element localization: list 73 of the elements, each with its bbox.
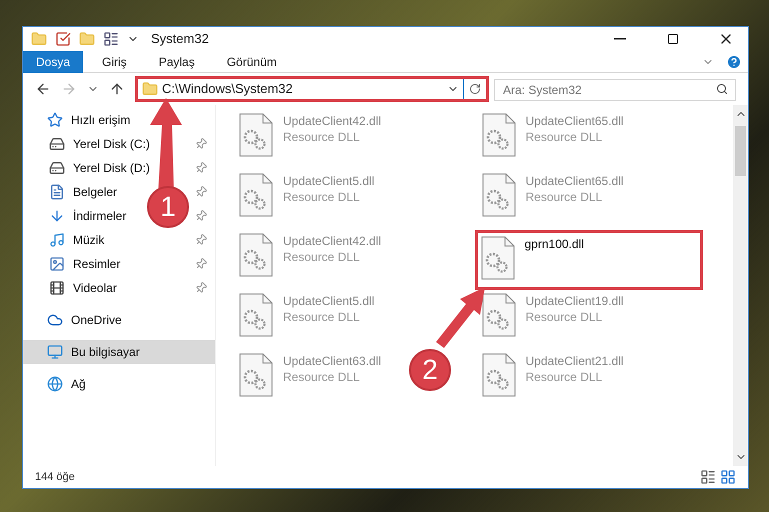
film-icon xyxy=(49,280,65,296)
sidebar-item[interactable]: Videolar xyxy=(49,279,117,297)
sidebar-item[interactable]: Hızlı erişim xyxy=(47,111,130,129)
file-type: Resource DLL xyxy=(283,369,361,385)
sidebar-item[interactable]: Müzik xyxy=(49,231,104,249)
file-type: Resource DLL xyxy=(526,309,604,325)
file-type: Resource DLL xyxy=(283,249,361,265)
file-item[interactable]: gprn100.dll xyxy=(474,230,702,290)
file-type: Resource DLL xyxy=(283,129,361,145)
minimize-icon xyxy=(614,38,626,40)
file-gear-icon xyxy=(239,113,273,157)
ribbon-tab[interactable]: Paylaş xyxy=(146,50,208,72)
ribbon-tab[interactable]: Giriş xyxy=(89,50,140,72)
file-gear-icon xyxy=(239,173,273,217)
sidebar-item[interactable]: Bu bilgisayar xyxy=(47,343,140,361)
sidebar-item[interactable]: Ağ xyxy=(47,375,86,393)
help-icon[interactable] xyxy=(726,54,742,70)
file-gear-icon xyxy=(482,113,516,157)
file-gear-icon xyxy=(239,293,273,337)
monitor-icon xyxy=(47,344,63,360)
file-gear-icon xyxy=(239,233,273,277)
file-type: Resource DLL xyxy=(526,189,604,205)
item-count: 144 öğe xyxy=(35,470,75,485)
sidebar-item[interactable]: Resimler xyxy=(49,255,120,273)
file-gear-icon xyxy=(482,293,516,337)
file-gear-icon xyxy=(482,353,516,397)
search-field[interactable]: Ara: System32 xyxy=(494,79,736,101)
file-name: UpdateClient21.dll xyxy=(526,353,624,369)
file-name: UpdateClient42.dll xyxy=(283,233,382,249)
file-name: UpdateClient65.dll xyxy=(526,113,624,129)
properties-icon[interactable] xyxy=(55,31,71,47)
sidebar-item[interactable]: Yerel Disk (D:) xyxy=(49,159,150,177)
file-gear-icon xyxy=(482,173,516,217)
file-name: UpdateClient5.dll xyxy=(283,173,374,189)
sidebar-item[interactable]: İndirmeler xyxy=(49,207,126,225)
hard-drive-icon xyxy=(49,136,65,152)
scrollbar[interactable] xyxy=(733,105,748,466)
file-name: UpdateClient19.dll xyxy=(526,293,624,309)
sidebar-item[interactable]: Belgeler xyxy=(49,183,118,201)
hard-drive-icon xyxy=(49,160,65,176)
music-note-icon xyxy=(49,232,65,248)
search-icon[interactable] xyxy=(716,83,728,95)
star-icon xyxy=(47,112,63,128)
document-icon xyxy=(49,184,65,200)
window-title: System32 xyxy=(151,30,209,48)
file-gear-icon xyxy=(239,353,273,397)
address-path: C:\Windows\System32 xyxy=(162,80,294,98)
sidebar-item[interactable]: OneDrive xyxy=(47,311,122,329)
file-name: UpdateClient5.dll xyxy=(283,293,374,309)
file-type: Resource DLL xyxy=(283,309,361,325)
details-view-icon[interactable] xyxy=(700,469,716,485)
file-name: UpdateClient63.dll xyxy=(283,353,382,369)
ribbon-tab[interactable]: Görünüm xyxy=(214,50,290,72)
file-gear-icon xyxy=(480,236,514,280)
cloud-icon xyxy=(47,312,63,328)
view-icon[interactable] xyxy=(103,31,119,47)
arrow xyxy=(436,287,485,348)
refresh-icon[interactable] xyxy=(469,83,481,95)
network-icon xyxy=(47,376,63,392)
ribbon-tab[interactable]: Dosya xyxy=(23,50,84,72)
file-name: gprn100.dll xyxy=(524,236,584,252)
picture-icon xyxy=(49,256,65,272)
scrollbar-thumb[interactable] xyxy=(735,126,746,176)
file-type: Resource DLL xyxy=(283,189,361,205)
address-field[interactable]: C:\Windows\System32 xyxy=(135,76,489,102)
maximize-icon xyxy=(666,33,678,45)
file-type: Resource DLL xyxy=(526,129,604,145)
file-name: UpdateClient65.dll xyxy=(526,173,624,189)
large-icons-view-icon[interactable] xyxy=(720,469,736,485)
folder-icon xyxy=(142,81,158,97)
file-name: UpdateClient42.dll xyxy=(283,113,382,129)
file-type: Resource DLL xyxy=(526,369,604,385)
sidebar-item[interactable]: Yerel Disk (C:) xyxy=(49,135,150,153)
